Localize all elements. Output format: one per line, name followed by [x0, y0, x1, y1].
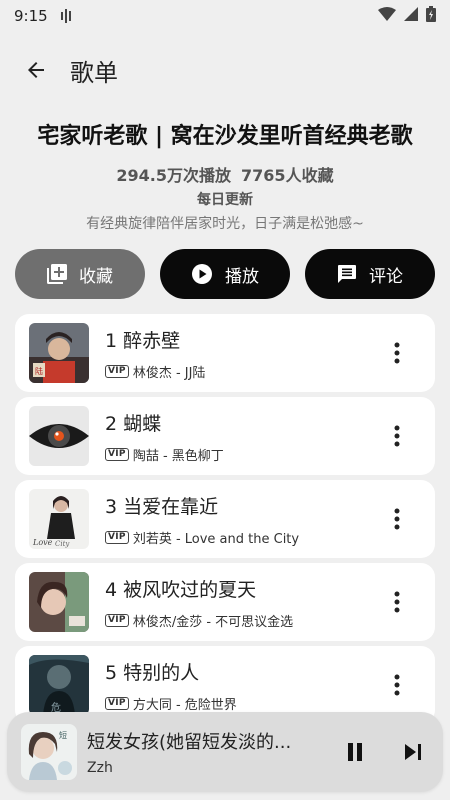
action-bar: 收藏 播放 评论: [15, 249, 435, 299]
song-number: 5: [105, 661, 118, 684]
song-item[interactable]: Love City 3 当爱在靠近 VIP 刘若英 - Love and the C…: [15, 480, 435, 558]
mini-player[interactable]: 短 短发女孩(她留短发淡的... Zzh: [7, 712, 443, 792]
collect-button[interactable]: 收藏: [15, 249, 145, 299]
status-time: 9:15: [14, 7, 48, 25]
more-options-button[interactable]: [377, 323, 417, 383]
song-title: 醉赤壁: [123, 329, 181, 352]
more-vert-icon: [394, 591, 400, 613]
more-vert-icon: [394, 425, 400, 447]
comment-label: 评论: [369, 266, 403, 287]
audio-wave-icon: [60, 9, 74, 23]
song-title: 被风吹过的夏天: [123, 578, 257, 601]
svg-text:陆: 陆: [35, 366, 43, 376]
next-button[interactable]: [391, 730, 435, 774]
song-title: 蝴蝶: [123, 412, 162, 435]
song-artist-album: 陶喆 - 黑色柳丁: [132, 448, 224, 464]
skip-next-icon: [405, 744, 421, 760]
playlist-stats: 294.5万次播放 7765人收藏: [0, 162, 450, 186]
album-cover: [29, 406, 89, 466]
playlist-title: 宅家听老歌 | 窝在沙发里听首经典老歌: [37, 124, 413, 149]
song-number: 1: [105, 329, 118, 352]
now-playing-title: 短发女孩(她留短发淡的...: [87, 732, 292, 753]
song-artist-album: 林俊杰/金莎 - 不可思议金选: [132, 614, 294, 630]
song-item[interactable]: 陆 1 醉赤壁 VIP 林俊杰 - JJ陆: [15, 314, 435, 392]
play-all-button[interactable]: 播放: [160, 249, 290, 299]
now-playing-artist: Zzh: [87, 760, 113, 776]
vip-badge: VIP: [105, 696, 129, 710]
play-circle-icon: [192, 264, 212, 284]
svg-text:City: City: [55, 540, 70, 548]
cell-signal-icon: [404, 7, 418, 25]
comment-icon: [338, 265, 356, 283]
more-options-button[interactable]: [377, 406, 417, 466]
vip-badge: VIP: [105, 447, 129, 461]
collect-label: 收藏: [79, 266, 113, 287]
pause-button[interactable]: [333, 730, 377, 774]
comment-button[interactable]: 评论: [305, 249, 435, 299]
album-cover: 危: [29, 655, 89, 715]
more-options-button[interactable]: [377, 572, 417, 632]
song-artist-album: 林俊杰 - JJ陆: [132, 365, 206, 381]
play-label: 播放: [225, 266, 259, 287]
song-list: 陆 1 醉赤壁 VIP 林俊杰 - JJ陆 2 蝴蝶 VIP 陶喆 - 黑色柳丁…: [15, 314, 435, 729]
vip-badge: VIP: [105, 364, 129, 378]
now-playing-cover: 短: [21, 724, 77, 780]
song-title: 特别的人: [123, 661, 200, 684]
page-title: 歌单: [70, 58, 118, 87]
song-item[interactable]: 2 蝴蝶 VIP 陶喆 - 黑色柳丁: [15, 397, 435, 475]
svg-text:Love: Love: [32, 538, 53, 547]
back-button[interactable]: [8, 44, 64, 96]
arrow-back-icon: [28, 62, 44, 78]
playlist-description: 有经典旋律陪伴居家时光，日子满是松弛感~: [86, 216, 364, 232]
more-vert-icon: [394, 674, 400, 696]
pause-icon: [348, 743, 362, 761]
wifi-icon: [378, 7, 396, 25]
song-item[interactable]: 4 被风吹过的夏天 VIP 林俊杰/金莎 - 不可思议金选: [15, 563, 435, 641]
status-bar: 9:15: [0, 0, 450, 32]
album-cover: 陆: [29, 323, 89, 383]
vip-badge: VIP: [105, 530, 129, 544]
album-cover: Love City: [29, 489, 89, 549]
song-number: 4: [105, 578, 118, 601]
album-cover: [29, 572, 89, 632]
more-vert-icon: [394, 508, 400, 530]
playlist-page: 9:15 歌单 宅家听老歌 | 窝在沙发里听首经典老歌 294.5万次播放 776…: [0, 0, 450, 800]
library-add-icon: [47, 264, 67, 284]
update-frequency: 每日更新: [197, 192, 253, 208]
favorite-count: 7765人收藏: [241, 166, 334, 185]
song-number: 3: [105, 495, 118, 518]
more-options-button[interactable]: [377, 489, 417, 549]
more-options-button[interactable]: [377, 655, 417, 715]
song-number: 2: [105, 412, 118, 435]
play-count: 294.5万次播放: [116, 166, 232, 185]
more-vert-icon: [394, 342, 400, 364]
battery-icon: [426, 6, 436, 26]
song-artist-album: 方大同 - 危险世界: [132, 697, 237, 713]
song-artist-album: 刘若英 - Love and the City: [132, 531, 300, 547]
app-bar: 歌单: [0, 44, 450, 96]
song-title: 当爱在靠近: [123, 495, 219, 518]
svg-text:短: 短: [59, 730, 67, 740]
vip-badge: VIP: [105, 613, 129, 627]
